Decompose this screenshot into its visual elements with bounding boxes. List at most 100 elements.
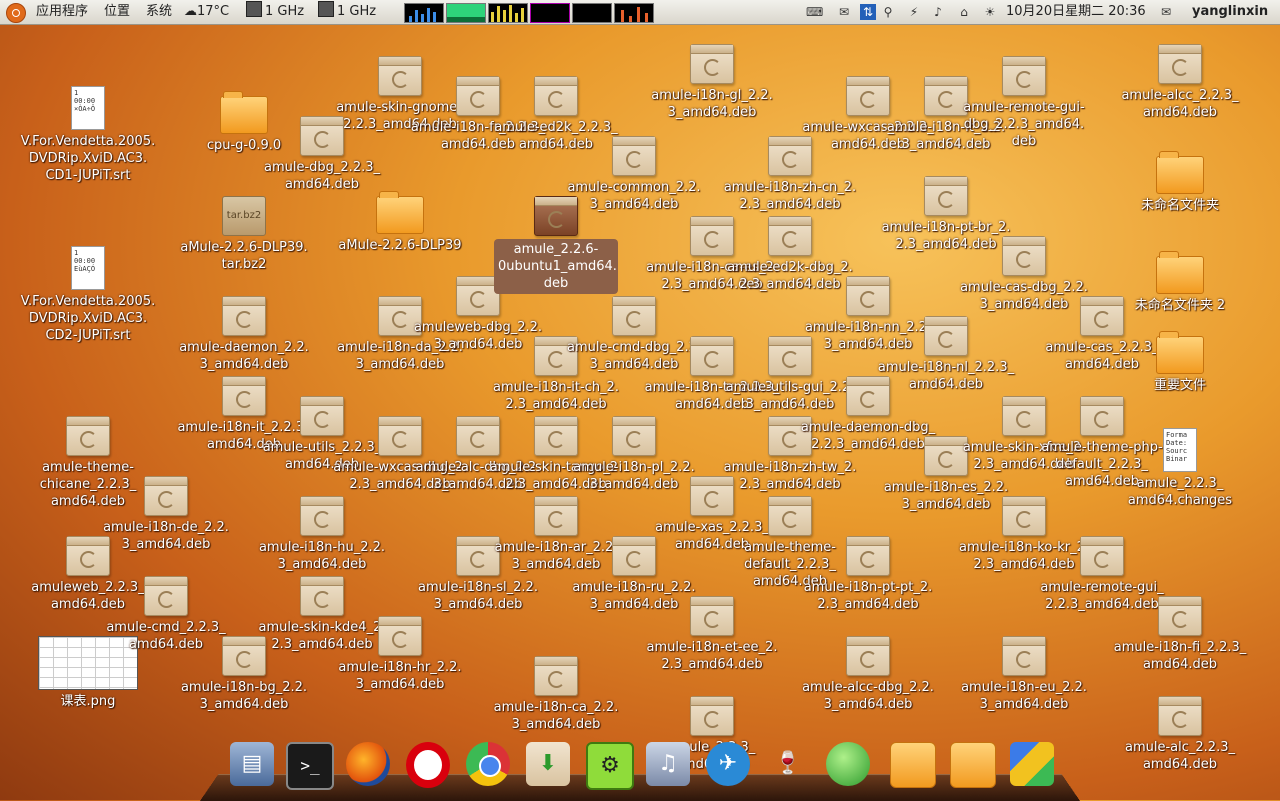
wine-icon[interactable]: 🍷 (766, 742, 810, 786)
network-graph[interactable] (488, 3, 528, 23)
desktop-file-srt2[interactable]: 1 00:00 EùAÇÓ V.For.Vendetta.2005. DVDRip.… (10, 246, 166, 344)
terminal-icon[interactable]: >_ (286, 742, 334, 790)
desktop-file-de[interactable]: amule-i18n-de_2.2. 3_amd64.deb (88, 476, 244, 553)
opera-icon[interactable] (406, 742, 450, 788)
network-status-icon[interactable]: ⇅ (860, 4, 876, 20)
desktop-file-fi[interactable]: amule-i18n-fi_2.2.3_ amd64.deb (1102, 596, 1258, 673)
desktop-file-remote-gui-dbg[interactable]: amule-remote-gui- dbg_2.2.3_amd64. deb (946, 56, 1102, 150)
desktop-file-et-ee[interactable]: amule-i18n-et-ee_2. 2.3_amd64.deb (634, 596, 790, 673)
menu-applications[interactable]: 应用程序 (36, 0, 88, 24)
package-icon (1158, 44, 1202, 84)
folder-icon (1156, 151, 1204, 194)
desktop-file-hr[interactable]: amule-i18n-hr_2.2. 3_amd64.deb (322, 616, 478, 693)
package-icon (534, 76, 578, 116)
package-icon (612, 296, 656, 336)
package-icon (846, 276, 890, 316)
package-icon (924, 176, 968, 216)
package-icon (612, 136, 656, 176)
cpu-icon (318, 1, 334, 17)
top-panel: 应用程序 位置 系统 ☁17°C 1 GHz 1 GHz ⌨ ✉ ⇅ ⚲ ⚡ ♪… (0, 0, 1280, 25)
package-icon (690, 696, 734, 736)
text-file-icon: 1 00:00 EùAÇÓ (71, 246, 105, 290)
package-icon (846, 636, 890, 676)
desktop-folder-1[interactable]: 未命名文件夹 (1102, 151, 1258, 214)
package-icon (690, 44, 734, 84)
desktop-file-hu[interactable]: amule-i18n-hu_2.2. 3_amd64.deb (244, 496, 400, 573)
package-icon (612, 416, 656, 456)
swap-graph[interactable] (530, 3, 570, 23)
cpu-freq-1[interactable]: 1 GHz (246, 0, 304, 24)
downloads-icon[interactable]: ⬇ (526, 742, 570, 786)
folder-icon[interactable] (890, 742, 936, 788)
package-icon (1002, 56, 1046, 96)
desktop-file-common[interactable]: amule-common_2.2. 3_amd64.deb (556, 136, 712, 213)
desktop-file-alc[interactable]: amule-alc_2.2.3_ amd64.deb (1102, 696, 1258, 773)
cpu-graph[interactable] (404, 3, 444, 23)
cpu-icon (246, 1, 262, 17)
text-file-icon: 1 00:00 ×ÒA÷Ô (71, 86, 105, 130)
media-icon[interactable]: ♫ (646, 742, 690, 786)
chrome-icon[interactable] (466, 742, 510, 786)
disk-graph[interactable] (614, 3, 654, 23)
package-icon (144, 576, 188, 616)
package-icon (1158, 696, 1202, 736)
weather-indicator[interactable]: ☁17°C (184, 0, 229, 24)
pidgin-icon[interactable]: ✈ (706, 742, 750, 786)
folder-icon (376, 191, 424, 234)
desktop-file-pt-pt[interactable]: amule-i18n-pt-pt_2. 2.3_amd64.deb (790, 536, 946, 613)
messenger-icon[interactable] (826, 742, 870, 786)
desktop-file-tar[interactable]: tar.bz2 aMule-2.2.6-DLP39. tar.bz2 (166, 196, 322, 273)
desktop-folder-dlp[interactable]: aMule-2.2.6-DLP39 (322, 191, 478, 254)
package-icon (66, 416, 110, 456)
keyboard-icon[interactable]: ⌨ (806, 4, 823, 20)
network-manager-icon[interactable]: ⌂ (956, 4, 972, 20)
memory-graph[interactable] (446, 3, 486, 23)
desktop-file-alcc[interactable]: amule-alcc_2.2.3_ amd64.deb (1102, 44, 1258, 121)
package-icon (222, 296, 266, 336)
package-icon (846, 536, 890, 576)
firefox-icon[interactable] (346, 742, 390, 786)
desktop-file-daemon[interactable]: amule-daemon_2.2. 3_amd64.deb (166, 296, 322, 373)
volume-icon[interactable]: ♪ (930, 4, 946, 20)
folder-icon[interactable] (950, 742, 996, 788)
menu-places[interactable]: 位置 (104, 0, 130, 24)
clock[interactable]: 10月20日星期二 20:36 (1006, 0, 1146, 24)
username[interactable]: yanglinxin (1192, 0, 1268, 24)
package-icon (1002, 636, 1046, 676)
packages-icon[interactable] (1010, 742, 1054, 786)
system-monitor-icon[interactable]: ▤ (230, 742, 274, 786)
desktop-folder-3[interactable]: 重要文件 (1102, 331, 1258, 394)
package-icon (924, 316, 968, 356)
package-icon (1158, 596, 1202, 636)
desktop-file-ca[interactable]: amule-i18n-ca_2.2. 3_amd64.deb (478, 656, 634, 733)
connection-icon[interactable]: ⚡ (906, 4, 922, 20)
folder-icon (1156, 251, 1204, 294)
package-icon (1002, 496, 1046, 536)
desktop-file-changes[interactable]: Forma Date: Sourc Binar amule_2.2.3_ amd64.… (1102, 428, 1258, 509)
package-icon (144, 476, 188, 516)
cpu-freq-2[interactable]: 1 GHz (318, 0, 376, 24)
package-icon (1080, 536, 1124, 576)
ubuntu-logo-icon[interactable] (6, 3, 26, 23)
desktop-folder-2[interactable]: 未命名文件夹 2 (1102, 251, 1258, 314)
mail-icon[interactable]: ✉ (1158, 4, 1174, 20)
package-icon (300, 496, 344, 536)
search-icon[interactable]: ⚲ (880, 4, 896, 20)
archive-icon: tar.bz2 (222, 196, 266, 236)
package-icon (768, 216, 812, 256)
folder-icon (1156, 331, 1204, 374)
load-graph[interactable] (572, 3, 612, 23)
desktop-file-gl[interactable]: amule-i18n-gl_2.2. 3_amd64.deb (634, 44, 790, 121)
menu-system[interactable]: 系统 (146, 0, 172, 24)
text-file-icon: Forma Date: Sourc Binar (1163, 428, 1197, 472)
package-icon (300, 576, 344, 616)
brightness-icon[interactable]: ☀ (982, 4, 998, 20)
desktop-file-nl[interactable]: amule-i18n-nl_2.2.3_ amd64.deb (868, 316, 1024, 393)
notification-icon[interactable]: ✉ (836, 4, 852, 20)
weather-icon: ☁ (184, 4, 197, 19)
desktop-file-alcc-dbg[interactable]: amule-alcc-dbg_2.2. 3_amd64.deb (790, 636, 946, 713)
package-icon (378, 616, 422, 656)
desktop-file-eu[interactable]: amule-i18n-eu_2.2. 3_amd64.deb (946, 636, 1102, 713)
settings-icon[interactable]: ⚙ (586, 742, 634, 790)
desktop-file-srt1[interactable]: 1 00:00 ×ÒA÷Ô V.For.Vendetta.2005. DVDRip.… (10, 86, 166, 184)
